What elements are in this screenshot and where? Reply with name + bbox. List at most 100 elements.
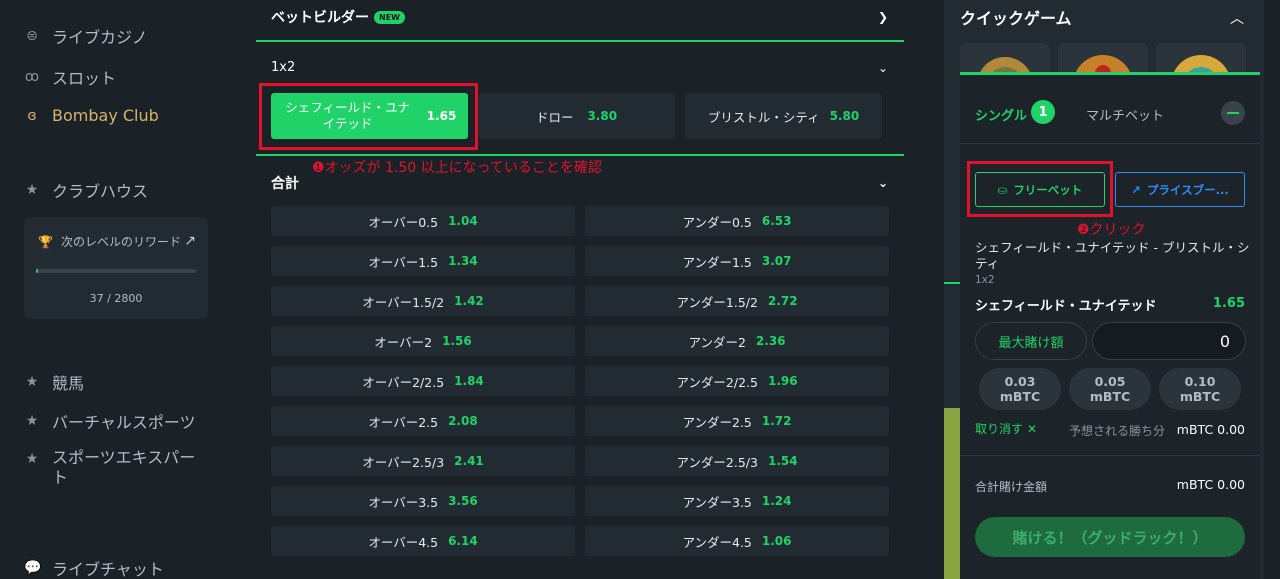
total-under-button[interactable]: アンダー4.5 1.06 (585, 526, 889, 556)
tab-single[interactable]: シングル (975, 105, 1027, 124)
total-under-button[interactable]: アンダー0.5 6.53 (585, 206, 889, 236)
quick-stake-unit: mBTC (1179, 389, 1221, 404)
total-line-odds: 2.08 (448, 414, 478, 428)
total-line-odds: 3.56 (448, 494, 478, 508)
trophy-icon: 🏆 (38, 234, 53, 249)
bet-selection: シェフィールド・ユナイテッド (975, 299, 1157, 314)
cancel-bet-button[interactable]: 取り消す ✕ (975, 420, 1037, 437)
single-count-badge: 1 (1031, 100, 1055, 124)
quick-stake-amount: 0.10 (1184, 374, 1216, 389)
priceboost-label: プライスブー... (1146, 182, 1229, 197)
total-line-odds: 1.54 (767, 454, 798, 468)
sidebar-item-clubhouse[interactable]: ★ クラブハウス (24, 178, 148, 202)
sidebar-item-live-chat[interactable]: 💬 ライブチャット (24, 556, 164, 579)
arrow-up-right-icon[interactable]: ↗ (184, 233, 196, 249)
total-line-label: オーバー1.5/2 (362, 294, 445, 310)
reward-title: 🏆 次のレベルのリワード (38, 233, 181, 250)
total-line-odds: 2.72 (767, 294, 798, 308)
total-line-label: アンダー1.5/2 (676, 294, 758, 310)
total-line-odds: 6.14 (448, 534, 478, 548)
total-over-button[interactable]: オーバー0.5 1.04 (271, 206, 575, 236)
total-over-button[interactable]: オーバー1.5/2 1.42 (271, 286, 575, 316)
outcome-label: ドロー (535, 109, 574, 125)
bet-builder-header[interactable]: ベットビルダー NEW ❯ (256, 7, 904, 27)
sidebar-item-horse-racing[interactable]: ★ 競馬 (24, 370, 84, 394)
quick-stake-amount: 0.05 (1094, 374, 1126, 389)
market-1x2-title: 1x2 (271, 60, 296, 75)
sidebar-item-label: 競馬 (52, 374, 85, 393)
section-divider (256, 40, 904, 42)
quick-stake-unit: mBTC (999, 389, 1041, 404)
market-1x2-header[interactable]: 1x2 ⌄ (256, 60, 904, 75)
quick-stake-button[interactable]: 0.05 mBTC (1069, 368, 1151, 410)
max-stake-button[interactable]: 最大賭け額 (975, 322, 1087, 360)
total-under-button[interactable]: アンダー3.5 1.24 (585, 486, 889, 516)
total-line-label: アンダー3.5 (682, 494, 752, 510)
total-line-odds: 1.34 (448, 254, 478, 268)
quick-stake-button[interactable]: 0.03 mBTC (979, 368, 1061, 410)
chat-icon: 💬 (24, 560, 42, 576)
total-stake-label: 合計賭け金額 (975, 480, 1048, 494)
total-line-odds: 3.07 (761, 254, 792, 268)
priceboost-button[interactable]: ↗ プライスブー... (1115, 172, 1245, 207)
tab-multibet[interactable]: マルチベット (1086, 105, 1164, 124)
est-win-value: mBTC 0.00 (1176, 422, 1245, 437)
total-over-button[interactable]: オーバー4.5 6.14 (271, 526, 575, 556)
sidebar: ⊜ ライブカジノ ꝏ スロット ɞ Bombay Club ★ クラブハウス 🏆… (0, 0, 224, 579)
total-line-label: アンダー2 (688, 334, 746, 350)
totals-header[interactable]: 合計 ⌄ (256, 173, 904, 193)
total-line-odds: 1.84 (454, 374, 484, 388)
quick-stake-amount: 0.03 (1004, 374, 1036, 389)
sidebar-item-live-casino[interactable]: ⊜ ライブカジノ (24, 24, 148, 48)
total-over-button[interactable]: オーバー2/2.5 1.84 (271, 366, 575, 396)
bet-builder-title: ベットビルダー (271, 10, 369, 26)
total-under-button[interactable]: アンダー2.5/3 1.54 (585, 446, 889, 476)
total-line-odds: 2.36 (755, 334, 786, 348)
quick-stake-button[interactable]: 0.10 mBTC (1159, 368, 1241, 410)
total-over-button[interactable]: オーバー2.5/3 2.41 (271, 446, 575, 476)
outcome-odds: 5.80 (829, 109, 860, 123)
total-line-label: オーバー0.5 (368, 214, 439, 230)
total-line-label: アンダー2.5/3 (676, 454, 758, 470)
star-icon: ★ (25, 451, 39, 467)
annotation-click: ❷クリック (1077, 222, 1146, 238)
total-line-odds: 1.06 (761, 534, 792, 548)
reward-progress-fill (36, 269, 39, 273)
total-over-button[interactable]: オーバー1.5 1.34 (271, 246, 575, 276)
pitch-graphic (944, 408, 960, 579)
total-line-odds: 1.24 (761, 494, 792, 508)
divider (960, 143, 1260, 144)
sidebar-item-label: バーチャルスポーツ (52, 413, 196, 432)
outcome-draw-button[interactable]: ドロー 3.80 (478, 93, 675, 139)
sidebar-item-label: スポーツエキスパート (52, 448, 196, 487)
total-line-label: オーバー1.5 (368, 254, 439, 270)
outcome-away-button[interactable]: ブリストル・シティ 5.80 (685, 93, 882, 139)
total-under-button[interactable]: アンダー2.5 1.72 (585, 406, 889, 436)
total-over-button[interactable]: オーバー3.5 3.56 (271, 486, 575, 516)
totals-title: 合計 (271, 176, 299, 192)
bet-selection-odds: 1.65 (1212, 296, 1245, 311)
cancel-label: 取り消す (975, 422, 1024, 436)
sidebar-item-virtual-sports[interactable]: ★ バーチャルスポーツ (24, 409, 196, 433)
cherry-icon: ꝏ (24, 69, 40, 85)
total-line-label: オーバー4.5 (368, 534, 439, 550)
total-over-button[interactable]: オーバー2.5 2.08 (271, 406, 575, 436)
total-under-button[interactable]: アンダー1.5 3.07 (585, 246, 889, 276)
total-under-button[interactable]: アンダー1.5/2 2.72 (585, 286, 889, 316)
bet-market: 1x2 (975, 274, 995, 286)
sidebar-item-label: ライブチャット (52, 560, 164, 579)
total-line-odds: 1.42 (454, 294, 484, 308)
sidebar-item-sports-expert[interactable]: ★ スポーツエキスパート (24, 448, 202, 488)
sidebar-item-slots[interactable]: ꝏ スロット (24, 65, 116, 89)
place-bet-button[interactable]: 賭ける！（グッドラック！） (975, 517, 1245, 557)
divider (960, 455, 1260, 456)
total-under-button[interactable]: アンダー2 2.36 (585, 326, 889, 356)
total-over-button[interactable]: オーバー2 1.56 (271, 326, 575, 356)
stake-input[interactable] (1092, 322, 1246, 360)
total-under-button[interactable]: アンダー2/2.5 1.96 (585, 366, 889, 396)
collapse-betslip-button[interactable] (1221, 101, 1245, 125)
total-line-odds: 1.96 (767, 374, 798, 388)
sidebar-item-bombay-club[interactable]: ɞ Bombay Club (24, 106, 158, 125)
reward-card[interactable]: 🏆 次のレベルのリワード ↗ 37 / 2800 (24, 217, 208, 319)
chevron-up-icon[interactable]: ︿ (1230, 8, 1244, 28)
